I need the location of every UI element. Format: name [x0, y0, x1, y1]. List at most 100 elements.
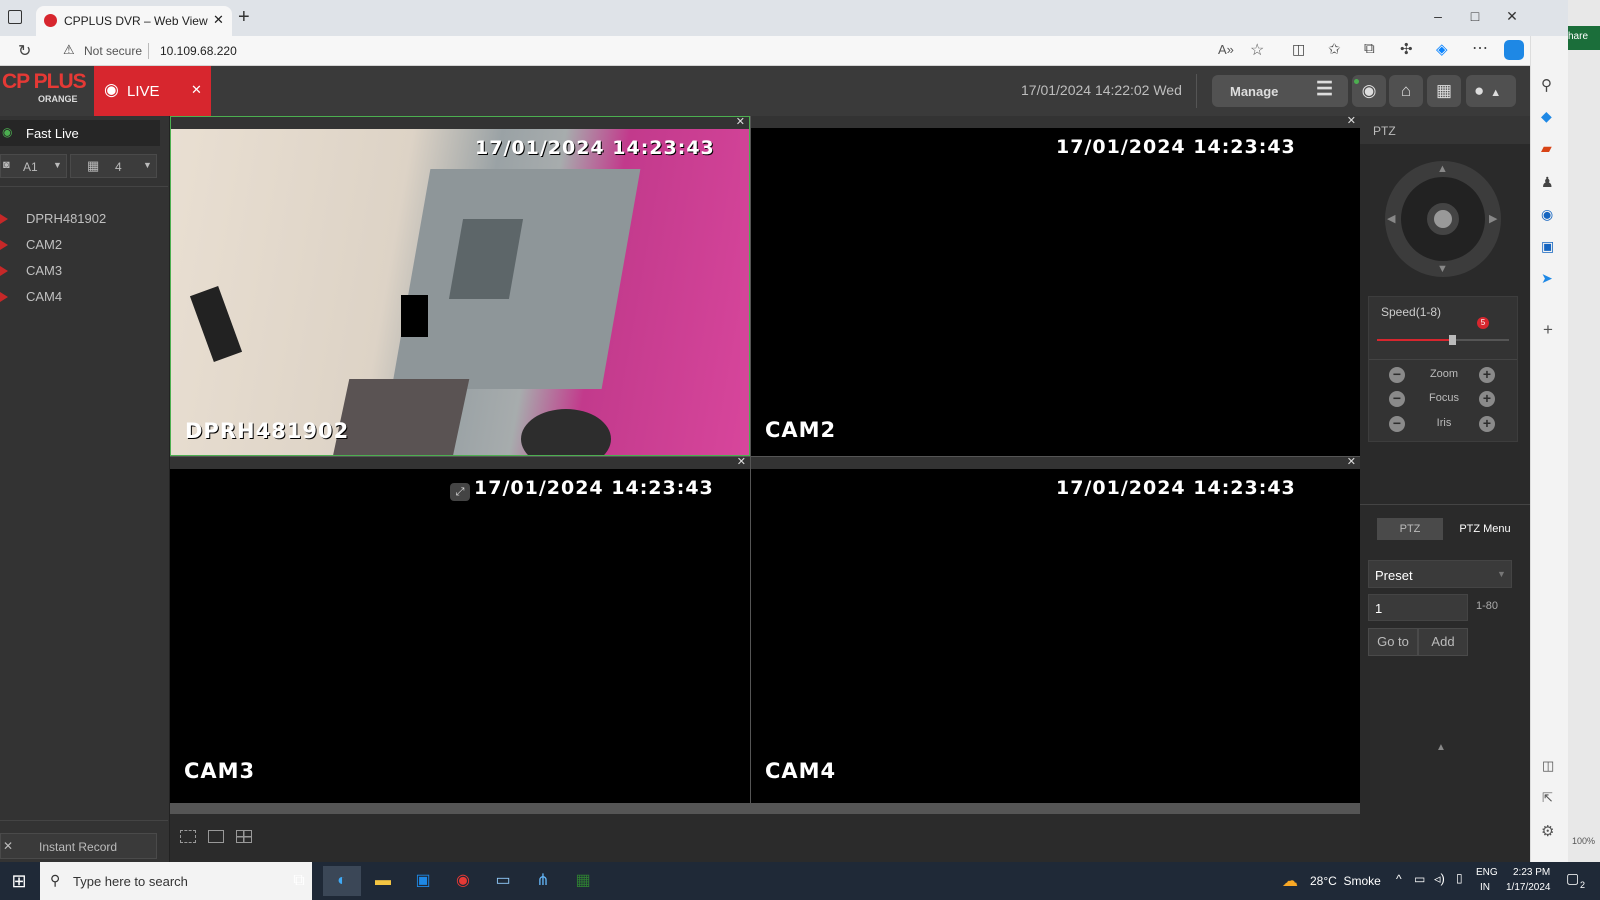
- camera-list-item[interactable]: CAM2: [0, 234, 165, 256]
- clock-date[interactable]: 1/17/2024: [1506, 882, 1551, 893]
- outlook-icon[interactable]: ▣: [1541, 238, 1554, 255]
- weather-text[interactable]: 28°C Smoke: [1310, 874, 1381, 888]
- restore-icon[interactable]: ⤢: [450, 483, 470, 501]
- network-app-icon[interactable]: ⋔: [524, 866, 562, 896]
- grid-view-icon[interactable]: ▦: [1427, 75, 1461, 107]
- collapse-arrow-icon[interactable]: ▲: [1436, 742, 1446, 753]
- goto-preset-button[interactable]: Go to: [1368, 628, 1418, 656]
- extensions-icon[interactable]: ✣: [1400, 40, 1413, 58]
- url-field[interactable]: 10.109.68.220: [160, 44, 237, 58]
- fullscreen-icon[interactable]: [180, 830, 196, 843]
- preset-number-input[interactable]: 1: [1368, 594, 1468, 621]
- chrome-app-icon[interactable]: ◉: [444, 866, 482, 896]
- close-window-button[interactable]: ✕: [1497, 4, 1527, 28]
- browser-essentials-icon[interactable]: ◈: [1436, 40, 1448, 58]
- tab-close-icon[interactable]: ✕: [213, 12, 224, 28]
- volume-icon[interactable]: ◃): [1434, 871, 1445, 887]
- live-tab[interactable]: ◉ LIVE ✕: [94, 66, 211, 116]
- browser-tab[interactable]: CPPLUS DVR – Web View ✕: [36, 6, 232, 36]
- home-icon[interactable]: ⌂: [1389, 75, 1423, 107]
- stream-select[interactable]: ◙ A1 ▼: [0, 154, 67, 178]
- tools-icon[interactable]: ▰: [1541, 140, 1552, 157]
- battery-icon[interactable]: ▯: [1456, 871, 1463, 885]
- cell-close-icon[interactable]: ✕: [736, 117, 745, 128]
- video-cell-3[interactable]: ✕ ⤢ 17/01/2024 14:23:43 CAM3: [170, 457, 750, 803]
- preset-select[interactable]: Preset ▼: [1368, 560, 1512, 588]
- refresh-icon[interactable]: ↻: [18, 41, 31, 61]
- collections-icon[interactable]: ⧉: [1364, 40, 1375, 57]
- cell-close-icon[interactable]: ✕: [1347, 457, 1356, 468]
- ptz-center-button[interactable]: [1427, 203, 1459, 235]
- app-window-icon[interactable]: ▭: [484, 866, 522, 896]
- speed-slider-thumb[interactable]: [1449, 335, 1457, 345]
- ptz-direction-pad[interactable]: ▲ ▼ ◀ ▶: [1385, 161, 1501, 277]
- new-tab-button[interactable]: +: [238, 6, 250, 29]
- games-icon[interactable]: ♟: [1541, 174, 1554, 191]
- task-view-icon[interactable]: ⧉: [280, 866, 318, 896]
- single-view-icon[interactable]: [208, 830, 224, 843]
- tab-ptz[interactable]: PTZ: [1377, 518, 1443, 540]
- favorites-icon[interactable]: ✩: [1328, 40, 1341, 58]
- minimize-button[interactable]: –: [1423, 4, 1453, 28]
- preset-range-label: 1-80: [1476, 600, 1499, 612]
- speed-slider-track[interactable]: [1377, 335, 1509, 345]
- cell-close-icon[interactable]: ✕: [1347, 116, 1356, 127]
- split-screen-icon[interactable]: ◫: [1292, 41, 1305, 58]
- language-top[interactable]: ENG: [1476, 867, 1498, 878]
- maximize-button[interactable]: □: [1460, 4, 1490, 28]
- layout-select[interactable]: ▦ 4 ▼: [70, 154, 157, 178]
- video-cell-4[interactable]: ✕ 17/01/2024 14:23:43 CAM4: [751, 457, 1360, 803]
- edge-app-icon[interactable]: ◐: [323, 866, 361, 896]
- quad-view-icon[interactable]: [236, 830, 252, 843]
- tab-actions-icon[interactable]: [8, 10, 22, 24]
- taskbar-search-box[interactable]: ⚲ Type here to search: [40, 862, 312, 900]
- clock-time[interactable]: 2:23 PM: [1513, 867, 1550, 878]
- iris-close-button[interactable]: −: [1389, 416, 1405, 432]
- camera-list-item[interactable]: DPRH481902: [0, 208, 165, 230]
- security-label[interactable]: Not secure: [84, 44, 142, 58]
- share-button[interactable]: hare: [1568, 26, 1600, 50]
- open-external-icon[interactable]: ⇱: [1542, 790, 1553, 806]
- shopping-icon[interactable]: ◆: [1541, 108, 1552, 125]
- iris-open-button[interactable]: +: [1479, 416, 1495, 432]
- ptz-left-arrow-icon[interactable]: ◀: [1387, 212, 1395, 225]
- search-icon[interactable]: ⚲: [1541, 76, 1552, 94]
- ptz-down-arrow-icon[interactable]: ▼: [1437, 263, 1448, 275]
- focus-in-button[interactable]: +: [1479, 391, 1495, 407]
- file-explorer-icon[interactable]: ▬: [364, 866, 402, 896]
- live-tab-close-icon[interactable]: ✕: [191, 82, 202, 98]
- outlook-app-icon[interactable]: ▣: [404, 866, 442, 896]
- zoom-out-button[interactable]: −: [1389, 367, 1405, 383]
- instant-record-button[interactable]: ✕ Instant Record: [0, 833, 157, 859]
- windows-start-icon[interactable]: ⊞: [0, 866, 38, 896]
- network-tray-icon[interactable]: ▭: [1414, 872, 1425, 886]
- language-bottom[interactable]: IN: [1480, 882, 1490, 893]
- video-cell-2[interactable]: ✕ 17/01/2024 14:23:43 CAM2: [751, 116, 1360, 456]
- add-preset-button[interactable]: Add: [1418, 628, 1468, 656]
- more-options-icon[interactable]: ⋯: [1472, 38, 1488, 58]
- fast-live-button[interactable]: ◉ Fast Live: [0, 120, 160, 146]
- favorite-star-icon[interactable]: ☆: [1250, 40, 1264, 60]
- read-aloud-icon[interactable]: A»: [1218, 42, 1234, 57]
- iris-label: Iris: [1436, 417, 1452, 429]
- camera-list-item[interactable]: CAM4: [0, 286, 165, 308]
- focus-out-button[interactable]: −: [1389, 391, 1405, 407]
- settings-gear-icon[interactable]: ⚙: [1541, 822, 1554, 840]
- cell-close-icon[interactable]: ✕: [737, 457, 746, 468]
- manage-button[interactable]: Manage ☰: [1212, 75, 1348, 107]
- sidebar-panel-icon[interactable]: ◫: [1542, 758, 1554, 774]
- copilot-icon[interactable]: [1504, 40, 1524, 60]
- tray-chevron-icon[interactable]: ^: [1396, 872, 1402, 886]
- ptz-right-arrow-icon[interactable]: ▶: [1489, 212, 1497, 225]
- add-sidebar-icon[interactable]: +: [1543, 320, 1553, 340]
- zoom-in-button[interactable]: +: [1479, 367, 1495, 383]
- camera-list-item[interactable]: CAM3: [0, 260, 165, 282]
- video-cell-1[interactable]: ✕ 17/01/2024 14:23:43 DPRH481902: [170, 116, 750, 456]
- office-icon[interactable]: ◉: [1541, 206, 1553, 223]
- excel-app-icon[interactable]: ▦: [564, 866, 602, 896]
- notification-icon[interactable]: ▢: [1566, 870, 1579, 887]
- tab-ptz-menu[interactable]: PTZ Menu: [1450, 518, 1520, 540]
- user-icon[interactable]: ● ▲: [1466, 75, 1516, 107]
- ptz-up-arrow-icon[interactable]: ▲: [1437, 163, 1448, 175]
- send-icon[interactable]: ➤: [1541, 270, 1553, 287]
